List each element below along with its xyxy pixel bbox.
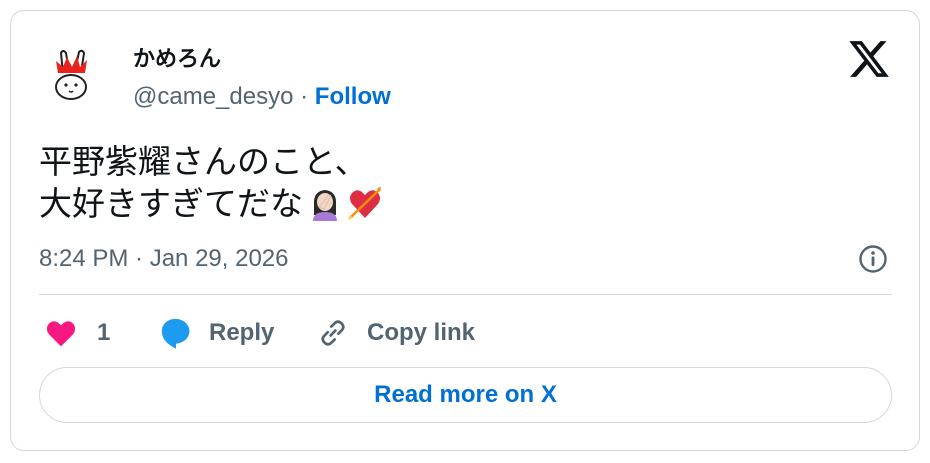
like-count: 1 — [97, 319, 111, 346]
author-avatar[interactable] — [41, 43, 103, 105]
link-icon — [321, 320, 345, 346]
info-icon[interactable] — [857, 243, 889, 275]
reply-label: Reply — [209, 319, 275, 346]
heart-icon — [46, 321, 76, 347]
tweet-text: 平野紫耀さんのこと、 大好きすぎてだな — [39, 141, 383, 225]
copy-link-button[interactable]: Copy link — [317, 311, 475, 355]
author-handle-row: @came_desyo · Follow — [133, 83, 391, 111]
x-logo-icon[interactable] — [847, 37, 891, 81]
like-button[interactable]: 1 — [45, 311, 110, 355]
author-handle[interactable]: @came_desyo — [133, 83, 293, 110]
reply-button[interactable]: Reply — [159, 311, 274, 355]
handle-separator: · — [300, 83, 309, 110]
read-more-label: Read more on X — [374, 381, 557, 408]
face-palm-woman-emoji-icon — [313, 190, 337, 221]
action-bar: 1 Reply Copy link — [39, 311, 899, 355]
follow-button[interactable]: Follow — [315, 83, 391, 110]
copy-link-label: Copy link — [367, 319, 476, 346]
divider — [39, 294, 892, 295]
tweet-embed-card: かめろん @came_desyo · Follow 平野紫耀さんのこと、 大好き… — [10, 10, 920, 451]
read-more-button[interactable]: Read more on X — [39, 367, 892, 423]
tweet-timestamp[interactable]: 8:24 PM · Jan 29, 2026 — [39, 245, 289, 273]
bunny-avatar-icon — [55, 49, 87, 100]
tweet-text-line-2-wrap: 大好きすぎてだな — [39, 183, 383, 225]
tweet-text-line-2: 大好きすぎてだな — [39, 184, 303, 223]
heart-with-arrow-emoji-icon — [348, 187, 381, 220]
speech-bubble-icon — [161, 318, 190, 349]
tweet-text-line-1: 平野紫耀さんのこと、 — [39, 142, 368, 181]
author-name[interactable]: かめろん — [133, 41, 221, 73]
